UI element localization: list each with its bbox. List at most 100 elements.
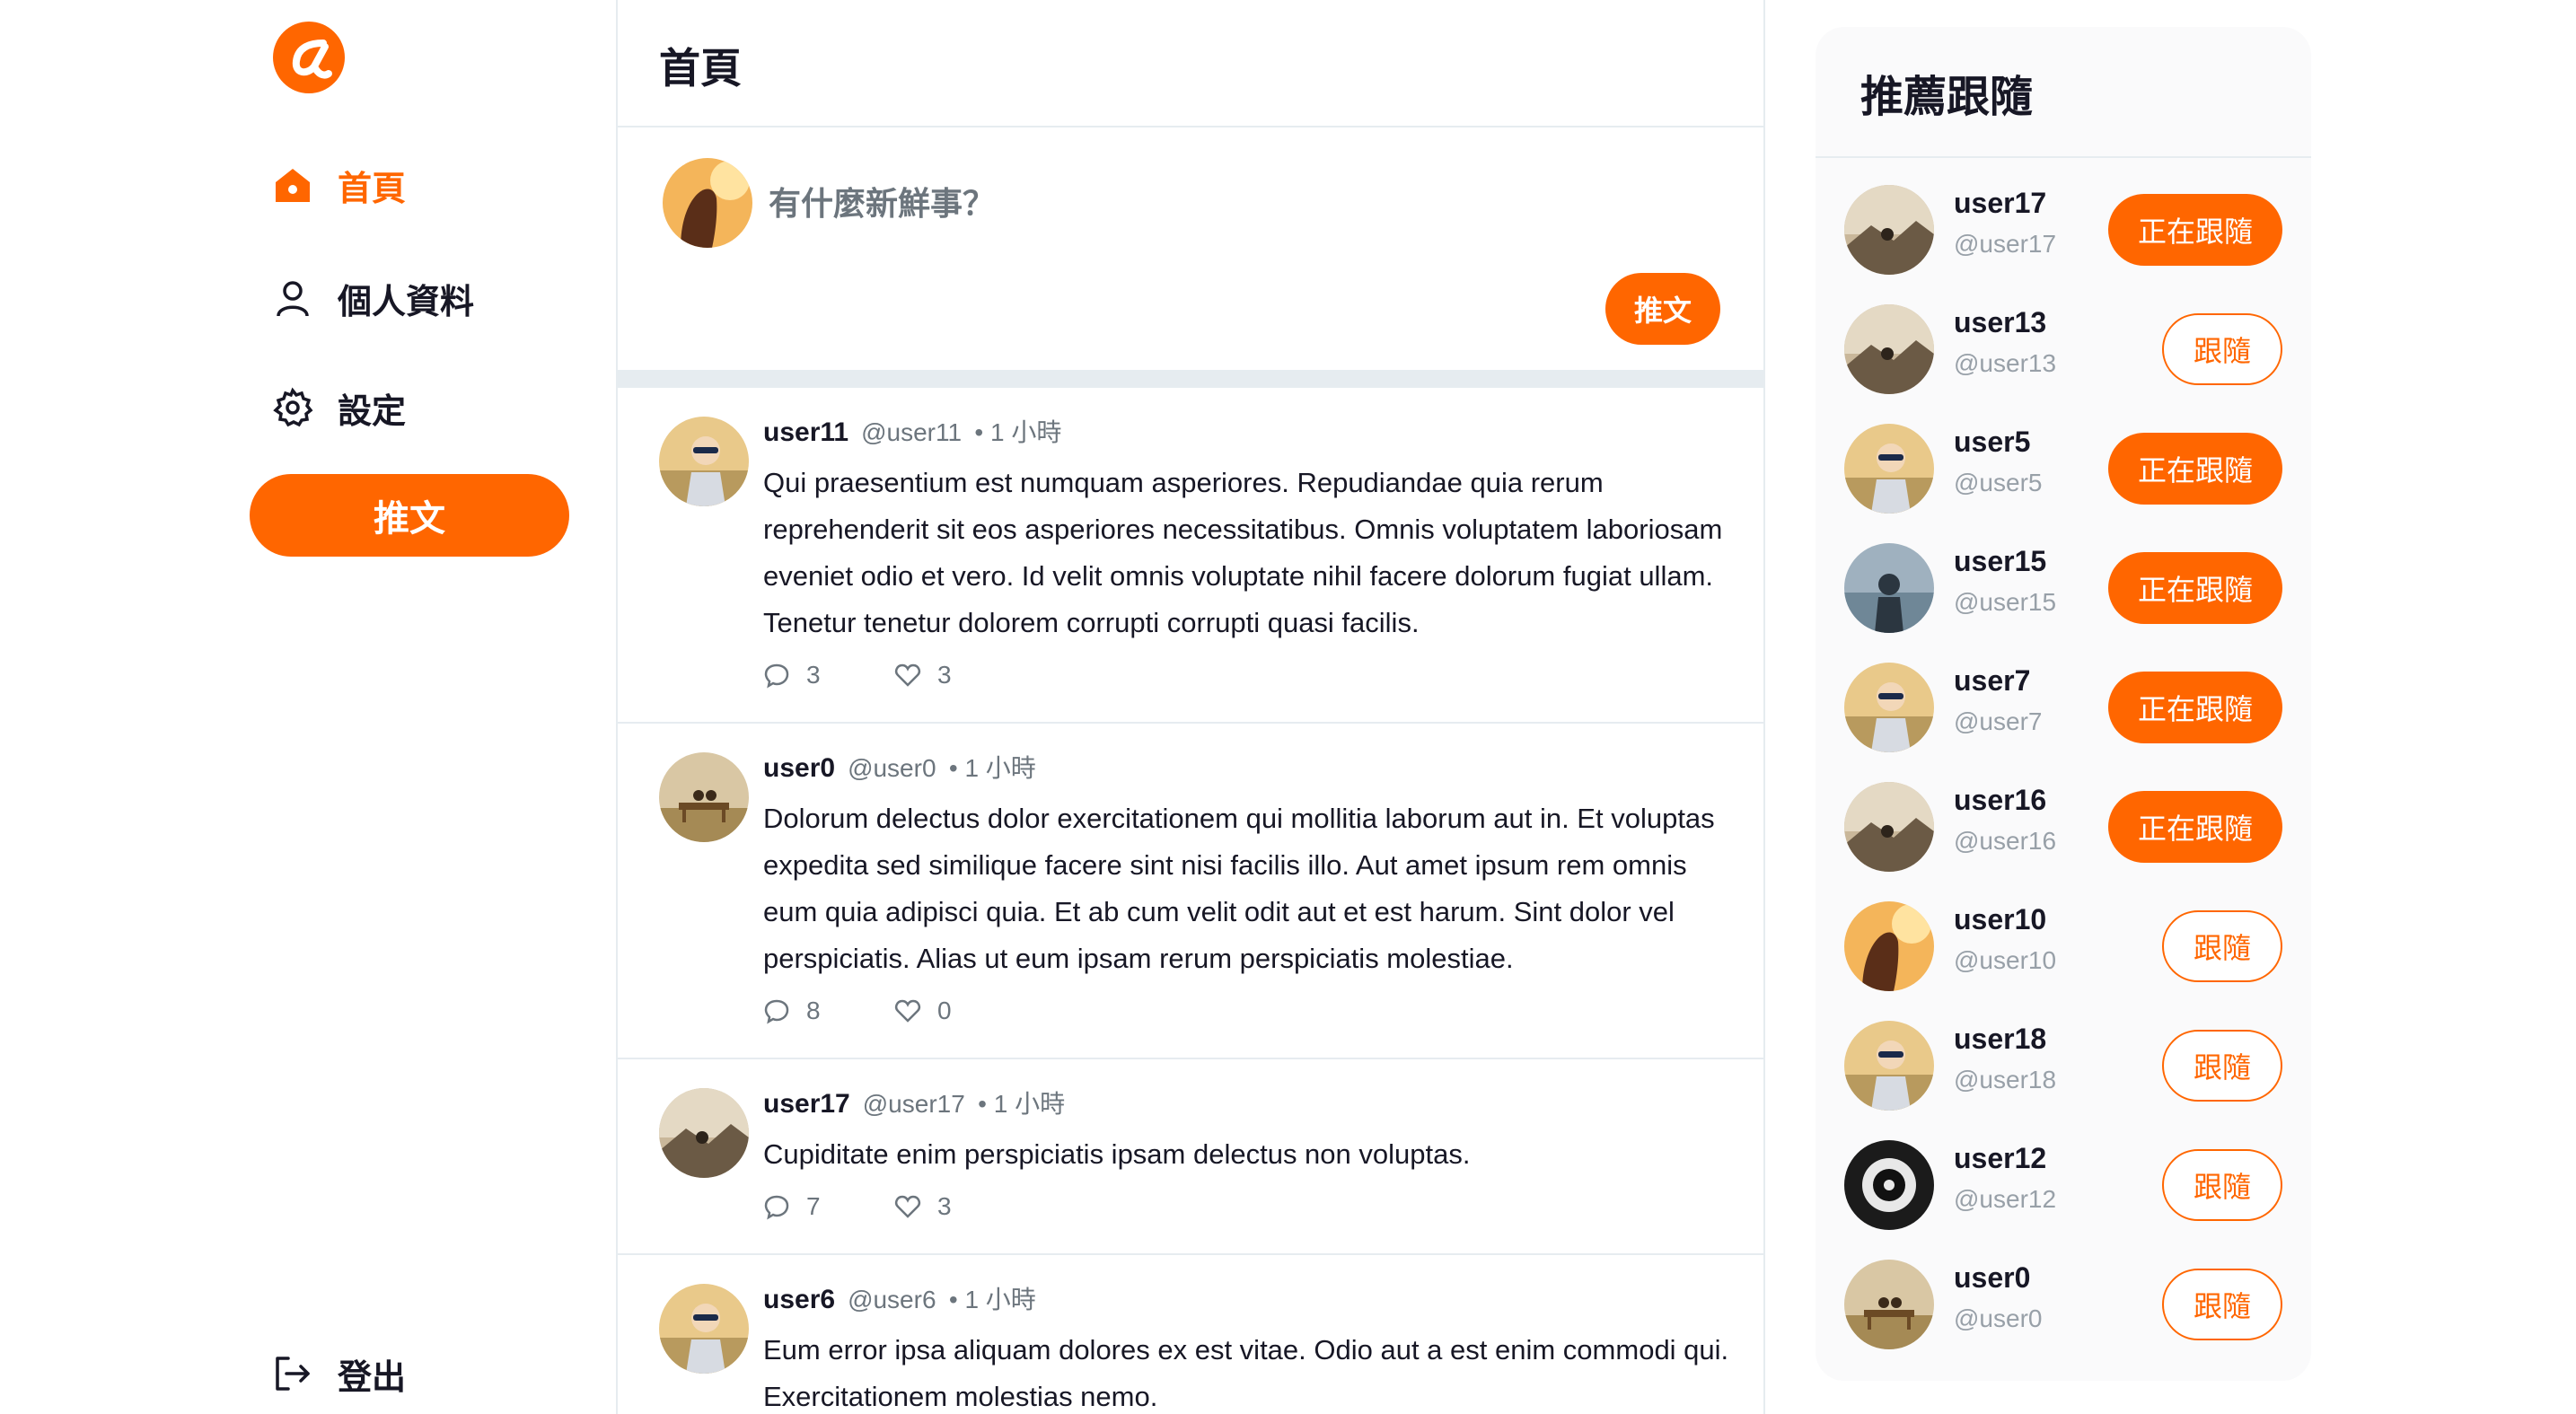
like-count: 0 xyxy=(937,997,952,1024)
nav-home-label: 首頁 xyxy=(338,170,407,208)
user-name[interactable]: user13 xyxy=(1954,306,2046,339)
follow-button[interactable]: 跟隨 xyxy=(2162,1030,2282,1102)
page-title: 首頁 xyxy=(659,45,742,92)
avatar[interactable] xyxy=(1844,424,1934,514)
follow-button[interactable]: 跟隨 xyxy=(2162,1149,2282,1221)
user-name[interactable]: user18 xyxy=(1954,1023,2046,1056)
tweet-time: • 1 小時 xyxy=(948,754,1036,782)
avatar[interactable] xyxy=(1844,901,1934,991)
comment-icon xyxy=(764,663,789,689)
tweet-actions: 8 0 xyxy=(763,991,1720,1031)
tweet-header: user17 @user17 • 1 小時 xyxy=(763,1086,1720,1122)
nav-home[interactable]: 首頁 xyxy=(271,158,406,212)
reply-button[interactable]: 8 xyxy=(763,997,894,1025)
user-name[interactable]: user17 xyxy=(1954,187,2046,220)
reply-button[interactable]: 7 xyxy=(763,1192,894,1221)
compose-tweet-button[interactable]: 推文 xyxy=(1605,273,1720,345)
tweet-author-handle: @user17 xyxy=(862,1090,965,1118)
sidebar-tweet-button[interactable]: 推文 xyxy=(250,474,569,557)
home-icon xyxy=(271,163,314,206)
tweet-author-name[interactable]: user17 xyxy=(763,1089,850,1119)
user-handle: @user0 xyxy=(1954,1304,2043,1332)
recommend-panel: 推薦跟隨 user17 @user17 正在跟隨 user13 @user13 … xyxy=(1816,27,2311,1381)
like-button[interactable]: 3 xyxy=(894,661,1025,689)
reply-button[interactable]: 3 xyxy=(763,661,894,689)
tweet[interactable]: user6 @user6 • 1 小時 Eum error ipsa aliqua… xyxy=(618,1255,1763,1414)
compose-box: 推文 xyxy=(618,127,1763,388)
main-feed: 首頁 推文 user11 @user11 • 1 小時 Qui praesenti… xyxy=(616,0,1765,1414)
avatar[interactable] xyxy=(1844,185,1934,275)
avatar[interactable] xyxy=(1844,1140,1934,1230)
avatar[interactable] xyxy=(1844,1260,1934,1349)
tweet-header: user11 @user11 • 1 小時 xyxy=(763,415,1720,451)
avatar[interactable] xyxy=(659,752,749,842)
tweet-time: • 1 小時 xyxy=(948,1286,1036,1313)
sidebar: 首頁 個人資料 設定 推文 登出 xyxy=(0,0,616,1414)
tweet[interactable]: user11 @user11 • 1 小時 Qui praesentium est… xyxy=(618,388,1763,724)
list-item: user0 @user0 跟隨 xyxy=(1816,1260,2311,1379)
tweet-author-name[interactable]: user0 xyxy=(763,753,835,783)
like-button[interactable]: 0 xyxy=(894,997,1025,1025)
tweet[interactable]: user0 @user0 • 1 小時 Dolorum delectus dolo… xyxy=(618,724,1763,1059)
avatar[interactable] xyxy=(1844,1021,1934,1111)
list-item: user13 @user13 跟隨 xyxy=(1816,304,2311,424)
heart-icon xyxy=(894,999,921,1023)
list-item: user12 @user12 跟隨 xyxy=(1816,1140,2311,1260)
compose-input[interactable] xyxy=(767,174,1668,233)
like-button[interactable]: 3 xyxy=(894,1192,1025,1221)
following-button[interactable]: 正在跟隨 xyxy=(2108,194,2282,266)
following-button[interactable]: 正在跟隨 xyxy=(2108,672,2282,743)
divider xyxy=(1816,156,2311,158)
avatar[interactable] xyxy=(1844,663,1934,752)
nav-profile-label: 個人資料 xyxy=(338,283,475,321)
user-name[interactable]: user0 xyxy=(1954,1261,2030,1295)
user-name[interactable]: user15 xyxy=(1954,545,2046,578)
tweet-author-name[interactable]: user6 xyxy=(763,1285,835,1314)
recommend-list: user17 @user17 正在跟隨 user13 @user13 跟隨 us… xyxy=(1816,185,2311,1379)
avatar[interactable] xyxy=(1844,782,1934,872)
follow-button[interactable]: 跟隨 xyxy=(2162,313,2282,385)
nav-profile[interactable]: 個人資料 xyxy=(271,271,474,325)
follow-button[interactable]: 跟隨 xyxy=(2162,1269,2282,1340)
tweet-author-name[interactable]: user11 xyxy=(763,417,848,447)
avatar[interactable] xyxy=(659,1284,749,1374)
reply-count: 3 xyxy=(806,661,821,689)
main-header: 首頁 xyxy=(618,0,1763,127)
avatar[interactable] xyxy=(1844,543,1934,633)
comment-icon xyxy=(764,999,789,1024)
avatar[interactable] xyxy=(659,417,749,506)
tweet-author-handle: @user0 xyxy=(848,754,936,782)
user-name[interactable]: user5 xyxy=(1954,426,2030,459)
tweet[interactable]: user17 @user17 • 1 小時 Cupiditate enim per… xyxy=(618,1059,1763,1255)
following-button[interactable]: 正在跟隨 xyxy=(2108,552,2282,624)
following-button[interactable]: 正在跟隨 xyxy=(2108,433,2282,505)
tweet-time: • 1 小時 xyxy=(974,418,1062,446)
avatar[interactable] xyxy=(659,1088,749,1178)
user-handle: @user15 xyxy=(1954,588,2057,616)
user-handle: @user13 xyxy=(1954,349,2057,377)
nav-settings[interactable]: 設定 xyxy=(271,381,406,435)
list-item: user16 @user16 正在跟隨 xyxy=(1816,782,2311,901)
tweet-time: • 1 小時 xyxy=(978,1090,1066,1118)
user-handle: @user18 xyxy=(1954,1066,2057,1093)
logout-button[interactable]: 登出 xyxy=(271,1347,406,1401)
tweet-author-handle: @user6 xyxy=(848,1286,936,1313)
avatar xyxy=(663,158,752,248)
list-item: user15 @user15 正在跟隨 xyxy=(1816,543,2311,663)
recommend-title: 推薦跟隨 xyxy=(1860,74,2034,121)
list-item: user10 @user10 跟隨 xyxy=(1816,901,2311,1021)
tweet-text: Eum error ipsa aliquam dolores ex est vi… xyxy=(763,1334,1729,1412)
list-item: user5 @user5 正在跟隨 xyxy=(1816,424,2311,543)
like-count: 3 xyxy=(937,661,952,689)
following-button[interactable]: 正在跟隨 xyxy=(2108,791,2282,863)
list-item: user18 @user18 跟隨 xyxy=(1816,1021,2311,1140)
user-name[interactable]: user10 xyxy=(1954,903,2046,936)
avatar[interactable] xyxy=(1844,304,1934,394)
follow-button[interactable]: 跟隨 xyxy=(2162,910,2282,982)
tweet-author-handle: @user11 xyxy=(861,418,963,446)
nav-settings-label: 設定 xyxy=(338,392,407,431)
user-name[interactable]: user7 xyxy=(1954,664,2030,698)
alpha-logo-icon[interactable] xyxy=(271,20,347,95)
user-name[interactable]: user16 xyxy=(1954,784,2046,817)
user-name[interactable]: user12 xyxy=(1954,1142,2046,1175)
